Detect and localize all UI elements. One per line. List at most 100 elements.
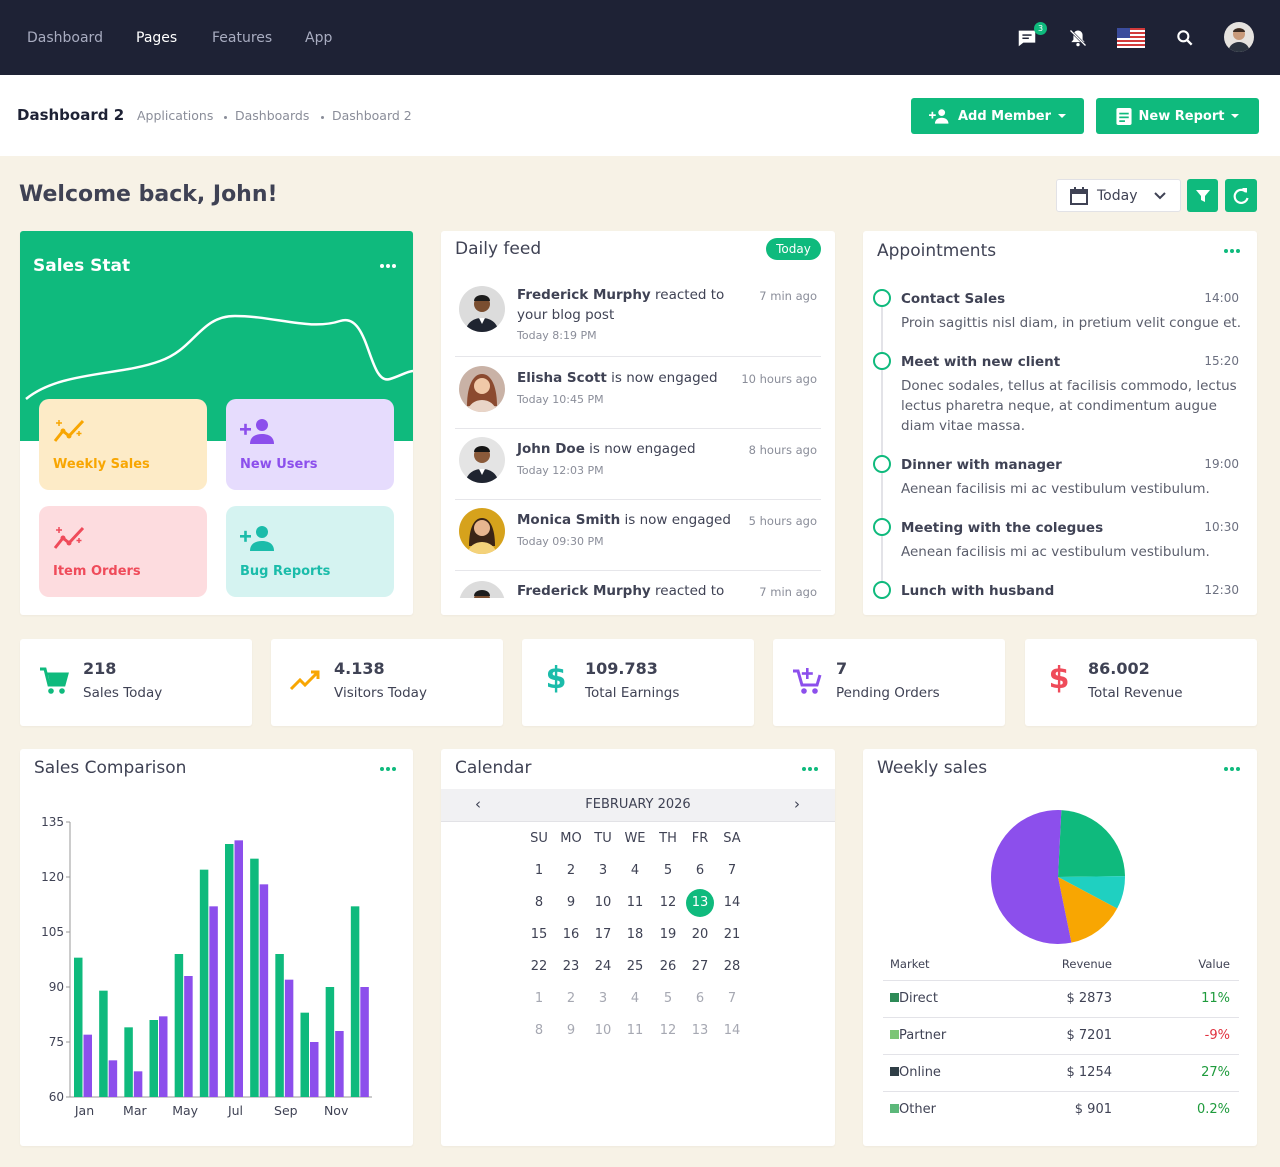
calendar-day[interactable]: 4 <box>620 991 650 1006</box>
appointments-card: Appointments Contact Sales 14:00 Proin s… <box>863 231 1257 615</box>
calendar-day-today[interactable]: 13 <box>686 889 714 917</box>
breadcrumb-dashboard-2[interactable]: Dashboard 2 <box>332 108 412 123</box>
us-flag-icon[interactable] <box>1116 24 1146 52</box>
calendar-day[interactable]: 6 <box>685 991 715 1006</box>
calendar-day[interactable]: 8 <box>524 1023 554 1038</box>
weekday-label: SU <box>530 831 548 846</box>
calendar-day[interactable]: 6 <box>685 863 715 878</box>
calendar-day[interactable]: 15 <box>524 927 554 942</box>
appointment-desc: Donec sodales, tellus at facilisis commo… <box>901 378 1237 434</box>
nav-dashboard[interactable]: Dashboard <box>27 30 103 46</box>
feed-item[interactable]: John Doe is now engaged Today 12:03 PM 8… <box>455 428 821 500</box>
legend-swatch <box>890 1067 899 1076</box>
add-member-button[interactable]: Add Member <box>911 98 1084 134</box>
feed-item[interactable]: Monica Smith is now engaged Today 09:30 … <box>455 499 821 571</box>
feed-item[interactable]: Frederick Murphy reacted to your blog po… <box>455 281 821 357</box>
calendar-day[interactable]: 13 <box>685 1023 715 1038</box>
bell-off-icon[interactable] <box>1064 24 1092 52</box>
calendar-day[interactable]: 9 <box>556 895 586 910</box>
bar-sep-1 <box>275 954 284 1097</box>
more-options-icon[interactable] <box>380 264 396 268</box>
calendar-day[interactable]: 27 <box>685 959 715 974</box>
calendar-day[interactable]: 14 <box>717 1023 747 1038</box>
calendar-day[interactable]: 22 <box>524 959 554 974</box>
sparkle-chart-icon <box>53 419 85 442</box>
calendar-day[interactable]: 1 <box>524 863 554 878</box>
add-member-label: Add Member <box>957 108 1052 124</box>
calendar-card: Calendar ‹ FEBRUARY 2026 › SU MO TU WE TH FR S… <box>441 749 835 1146</box>
timeline-dot <box>873 581 891 599</box>
calendar-day[interactable]: 18 <box>620 927 650 942</box>
breadcrumb-dashboards[interactable]: Dashboards <box>235 108 309 123</box>
feed-action: is now engaged <box>606 370 718 386</box>
calendar-day[interactable]: 10 <box>588 1023 618 1038</box>
calendar-day[interactable]: 24 <box>588 959 618 974</box>
refresh-button[interactable] <box>1225 179 1257 212</box>
calendar-day[interactable]: 11 <box>620 895 650 910</box>
calendar-day[interactable]: 17 <box>588 927 618 942</box>
calendar-day[interactable]: 21 <box>717 927 747 942</box>
calendar-icon <box>1070 186 1088 205</box>
calendar-day[interactable]: 7 <box>717 991 747 1006</box>
calendar-day[interactable]: 10 <box>588 895 618 910</box>
tile-label: Weekly Sales <box>53 457 150 472</box>
x-tick-label: Jan <box>74 1103 94 1118</box>
calendar-day[interactable]: 16 <box>556 927 586 942</box>
new-report-button[interactable]: New Report <box>1096 98 1259 134</box>
calendar-day[interactable]: 28 <box>717 959 747 974</box>
calendar-day[interactable]: 19 <box>653 927 683 942</box>
calendar-day[interactable]: 25 <box>620 959 650 974</box>
tile-weekly-sales[interactable]: Weekly Sales <box>39 399 207 490</box>
calendar-day[interactable]: 7 <box>717 863 747 878</box>
legend-swatch <box>890 1030 899 1039</box>
y-tick-label: 90 <box>49 980 64 994</box>
more-options-icon[interactable] <box>1224 767 1240 771</box>
calendar-day[interactable]: 9 <box>556 1023 586 1038</box>
filter-button[interactable] <box>1187 179 1218 212</box>
calendar-day[interactable]: 4 <box>620 863 650 878</box>
nav-features[interactable]: Features <box>212 30 272 46</box>
calendar-day[interactable]: 1 <box>524 991 554 1006</box>
divider <box>883 1054 1239 1055</box>
calendar-day[interactable]: 3 <box>588 863 618 878</box>
more-options-icon[interactable] <box>802 767 818 771</box>
calendar-day[interactable]: 12 <box>653 895 683 910</box>
nav-pages[interactable]: Pages <box>136 30 177 46</box>
today-badge: Today <box>766 238 821 260</box>
breadcrumb-separator <box>321 116 324 119</box>
bar-aug-1 <box>250 858 259 1097</box>
stat-card-total-revenue: $ 86.002 Total Revenue <box>1025 639 1257 726</box>
y-tick-label: 60 <box>49 1090 64 1104</box>
feed-item[interactable]: Elisha Scott is now engaged Today 10:45 … <box>455 357 821 429</box>
next-month-button[interactable]: › <box>790 795 804 813</box>
calendar-day[interactable]: 2 <box>556 991 586 1006</box>
calendar-day[interactable]: 11 <box>620 1023 650 1038</box>
timeline-dot <box>873 455 891 473</box>
calendar-day[interactable]: 23 <box>556 959 586 974</box>
search-icon[interactable] <box>1171 24 1199 52</box>
chat-icon[interactable]: 3 <box>1013 22 1047 52</box>
calendar-day[interactable]: 2 <box>556 863 586 878</box>
tile-new-users[interactable]: New Users <box>226 399 394 490</box>
bar-nov-2 <box>335 1031 344 1097</box>
calendar-day[interactable]: 12 <box>653 1023 683 1038</box>
calendar-day[interactable]: 26 <box>653 959 683 974</box>
breadcrumb-applications[interactable]: Applications <box>137 108 213 123</box>
new-report-label: New Report <box>1138 108 1225 124</box>
user-avatar[interactable] <box>1224 22 1254 52</box>
feed-ago: 5 hours ago <box>748 514 817 528</box>
nav-app[interactable]: App <box>305 30 332 46</box>
chevron-down-icon <box>1153 191 1166 199</box>
tile-item-orders[interactable]: Item Orders <box>39 506 207 597</box>
date-filter-select[interactable]: Today <box>1056 179 1181 212</box>
calendar-day[interactable]: 3 <box>588 991 618 1006</box>
calendar-day[interactable]: 8 <box>524 895 554 910</box>
tile-bug-reports[interactable]: Bug Reports <box>226 506 394 597</box>
calendar-day[interactable]: 14 <box>717 895 747 910</box>
calendar-day[interactable]: 5 <box>653 991 683 1006</box>
calendar-day[interactable]: 5 <box>653 863 683 878</box>
more-options-icon[interactable] <box>380 767 396 771</box>
tile-label: Bug Reports <box>240 564 331 579</box>
calendar-day[interactable]: 20 <box>685 927 715 942</box>
more-options-icon[interactable] <box>1224 249 1240 253</box>
